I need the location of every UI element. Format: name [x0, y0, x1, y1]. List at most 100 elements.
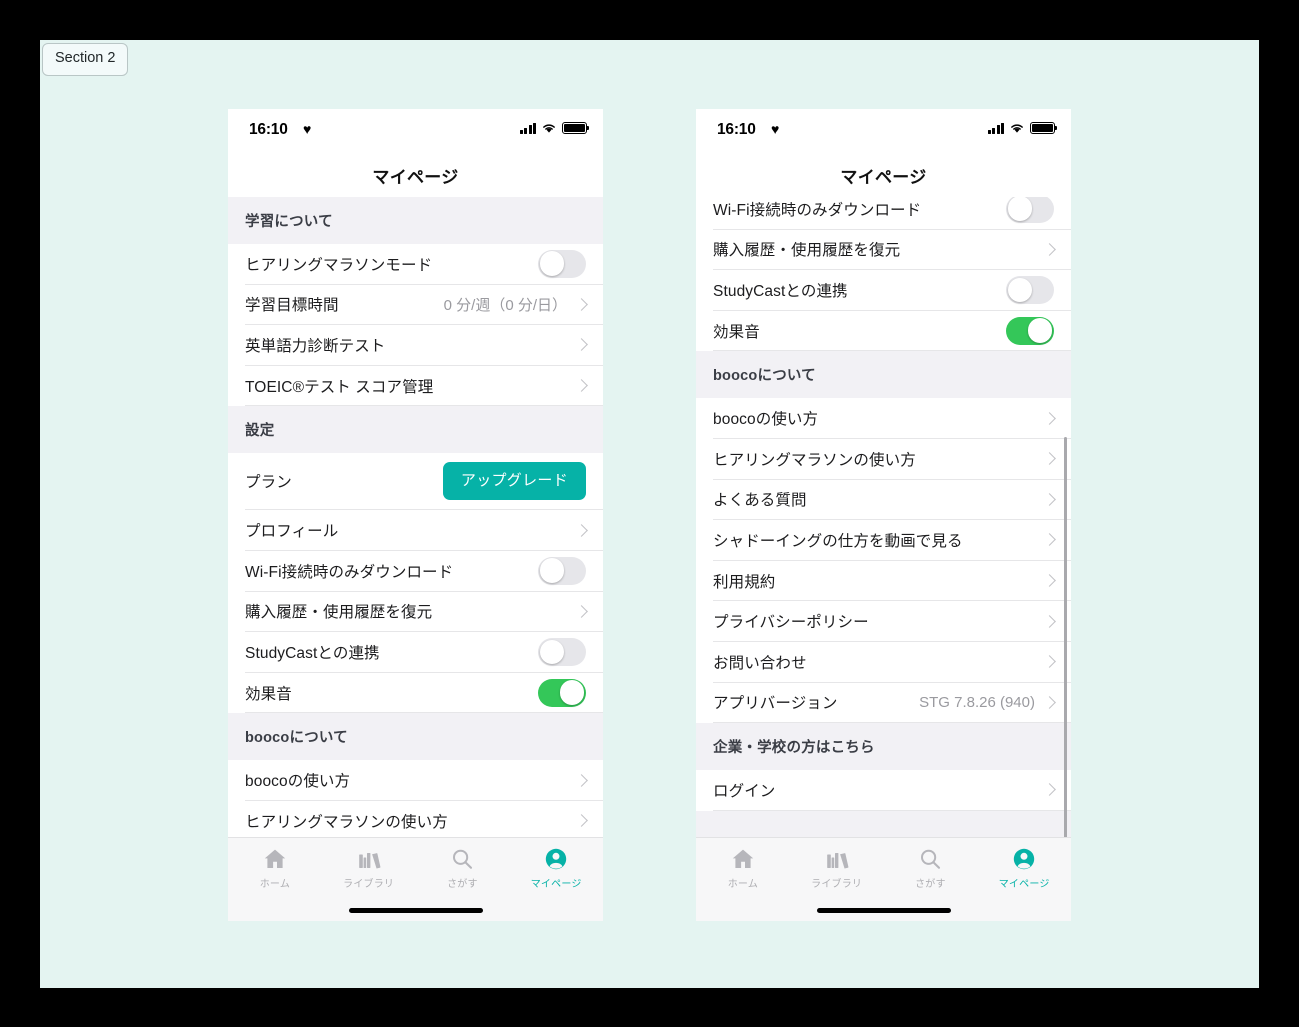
settings-row[interactable]: ヒアリングマラソンの使い方	[713, 438, 1071, 480]
settings-row-label: StudyCastとの連携	[713, 282, 848, 300]
status-icons	[519, 122, 590, 134]
settings-row[interactable]: Wi-Fi接続時のみダウンロード	[245, 550, 603, 592]
settings-row-label: プライバシーポリシー	[713, 614, 869, 632]
toggle-switch-off[interactable]	[538, 556, 586, 585]
settings-row-label: シャドーイングの仕方を動画で見る	[713, 532, 963, 550]
tab-person[interactable]: マイページ	[509, 838, 603, 921]
scrollbar-thumb[interactable]	[1064, 437, 1067, 837]
tab-label: ライブラリ	[811, 879, 863, 890]
home-icon	[262, 846, 288, 872]
phone-screen-left: 16:10 ♥ マイページ 学習について ヒアリングマラソンモード学習目標時間 0 …	[228, 109, 603, 921]
chevron-right-icon	[575, 604, 588, 618]
home-indicator	[348, 908, 483, 913]
heart-icon: ♥	[771, 121, 780, 137]
status-time: 16:10	[717, 121, 756, 138]
chevron-right-icon	[1043, 492, 1056, 506]
cellular-signal-icon	[987, 122, 1004, 134]
page-title: マイページ	[372, 167, 459, 187]
toggle-switch-on[interactable]	[538, 678, 586, 707]
section-header: boocoについて	[228, 713, 603, 761]
wifi-icon	[543, 124, 555, 133]
chevron-right-icon	[1043, 411, 1056, 425]
chevron-right-icon	[1043, 533, 1056, 547]
home-indicator	[816, 908, 951, 913]
person-icon	[1011, 846, 1037, 872]
settings-scroll-right[interactable]: Wi-Fi接続時のみダウンロード購入履歴・使用履歴を復元 StudyCastとの連…	[696, 197, 1071, 837]
settings-row[interactable]: boocoの使い方	[713, 398, 1071, 439]
settings-row-label: プロフィール	[245, 523, 339, 541]
settings-row-label: Wi-Fi接続時のみダウンロード	[245, 563, 454, 581]
wifi-icon	[1011, 124, 1023, 133]
toggle-switch-off[interactable]	[538, 637, 586, 666]
tab-home[interactable]: ホーム	[696, 838, 790, 921]
settings-row[interactable]: 効果音	[245, 672, 603, 714]
settings-row-label: ヒアリングマラソンの使い方	[713, 451, 916, 469]
tab-label: マイページ	[998, 879, 1050, 890]
settings-row-label: Wi-Fi接続時のみダウンロード	[713, 201, 922, 219]
settings-row-label: 学習目標時間	[245, 297, 339, 315]
section-chip[interactable]: Section 2	[42, 43, 129, 76]
settings-row-label: 効果音	[713, 323, 760, 341]
settings-row[interactable]: Wi-Fi接続時のみダウンロード	[713, 197, 1071, 230]
toggle-knob	[539, 251, 565, 277]
settings-row-label: TOEIC®テスト スコア管理	[245, 378, 434, 396]
settings-row[interactable]: 効果音	[713, 310, 1071, 352]
settings-row[interactable]: 学習目標時間 0 分/週（0 分/日）	[245, 284, 603, 326]
settings-row[interactable]: よくある質問	[713, 479, 1071, 521]
heart-icon: ♥	[303, 121, 312, 137]
chevron-right-icon	[575, 379, 588, 392]
settings-row-label: 購入履歴・使用履歴を復元	[245, 604, 433, 622]
settings-row[interactable]: boocoの使い方	[245, 760, 603, 801]
settings-row[interactable]: プラン アップグレード	[245, 453, 603, 511]
settings-scroll-left[interactable]: 学習について ヒアリングマラソンモード学習目標時間 0 分/週（0 分/日） 英単語力…	[228, 197, 603, 837]
chevron-right-icon	[1043, 243, 1056, 256]
settings-row[interactable]: アプリバージョン STG 7.8.26 (940)	[713, 682, 1071, 724]
settings-row[interactable]: 英単語力診断テスト	[245, 325, 603, 366]
settings-row[interactable]: お問い合わせ	[713, 641, 1071, 683]
toggle-switch-off[interactable]	[538, 249, 586, 278]
toggle-switch-off[interactable]	[1006, 275, 1054, 304]
chevron-right-icon	[1043, 574, 1056, 587]
settings-row[interactable]: ログイン	[713, 770, 1071, 811]
toggle-knob	[1027, 318, 1053, 343]
settings-row-label: 効果音	[245, 685, 292, 703]
settings-row[interactable]: TOEIC®テスト スコア管理	[245, 365, 603, 407]
settings-row-label: お問い合わせ	[713, 654, 807, 672]
settings-row[interactable]: 利用規約	[713, 560, 1071, 602]
status-time: 16:10	[249, 121, 288, 138]
tab-label: ライブラリ	[343, 879, 395, 890]
toggle-switch-off[interactable]	[1006, 197, 1054, 223]
section-header: 学習について	[228, 197, 603, 244]
toggle-switch-on[interactable]	[1006, 316, 1054, 345]
settings-row[interactable]: ヒアリングマラソンの使い方	[245, 800, 603, 837]
settings-row-label: よくある質問	[713, 492, 807, 510]
upgrade-button[interactable]: アップグレード	[442, 462, 586, 501]
chevron-right-icon	[1043, 452, 1056, 466]
tab-home[interactable]: ホーム	[228, 838, 322, 921]
settings-row[interactable]: ヒアリングマラソンモード	[245, 244, 603, 285]
battery-icon	[562, 122, 590, 134]
tab-label: さがす	[447, 879, 478, 890]
chevron-right-icon	[1043, 655, 1056, 669]
section-header: 設定	[228, 406, 603, 454]
person-icon	[543, 846, 569, 872]
settings-row[interactable]: StudyCastとの連携	[713, 270, 1071, 311]
page-title: マイページ	[840, 167, 927, 187]
cellular-signal-icon	[519, 122, 536, 134]
settings-row[interactable]: シャドーイングの仕方を動画で見る	[713, 520, 1071, 561]
chevron-right-icon	[575, 338, 588, 352]
section-header: 企業・学校の方はこちら	[696, 723, 1071, 771]
settings-row-value: 0 分/週（0 分/日）	[443, 296, 567, 314]
chevron-right-icon	[1043, 695, 1056, 709]
chevron-right-icon	[575, 523, 588, 537]
settings-row[interactable]: StudyCastとの連携	[245, 632, 603, 673]
screenshot-canvas: Section 2 16:10 ♥ マイページ 学習について ヒアリングマラソンモ…	[0, 0, 1299, 1027]
settings-row[interactable]: プロフィール	[245, 510, 603, 551]
library-icon	[824, 846, 850, 872]
settings-row[interactable]: 購入履歴・使用履歴を復元	[245, 591, 603, 633]
tab-person[interactable]: マイページ	[977, 838, 1071, 921]
chevron-right-icon	[575, 298, 588, 311]
settings-row[interactable]: プライバシーポリシー	[713, 601, 1071, 642]
search-icon	[917, 846, 943, 872]
settings-row[interactable]: 購入履歴・使用履歴を復元	[713, 229, 1071, 271]
